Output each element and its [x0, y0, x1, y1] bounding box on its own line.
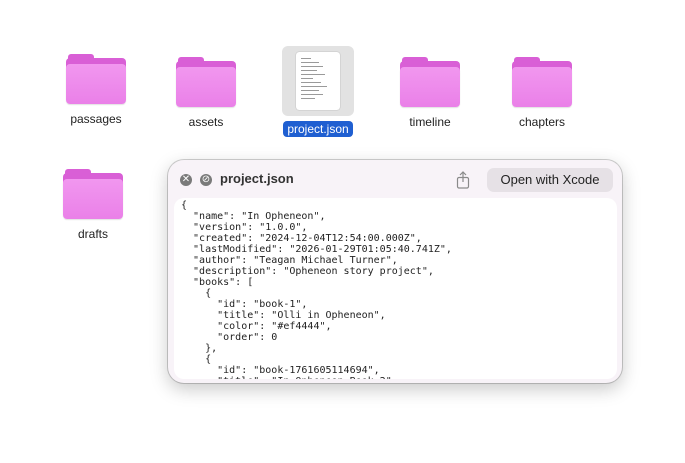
folder-timeline[interactable]: timeline: [380, 57, 480, 129]
code-line: "books": [: [181, 277, 254, 288]
quicklook-header: ✕ ⊘ project.json Open with Xcode: [168, 160, 622, 198]
code-line: "lastModified": "2026-01-29T01:05:40.741…: [181, 244, 452, 255]
folder-drafts[interactable]: drafts: [43, 169, 143, 241]
code-line: "order": 0: [181, 332, 278, 343]
folder-label: passages: [70, 112, 122, 126]
code-line: {: [181, 354, 212, 365]
folder-icon: [66, 54, 126, 104]
slash-icon[interactable]: ⊘: [200, 174, 212, 186]
code-line: "created": "2024-12-04T12:54:00.000Z",: [181, 233, 422, 244]
file-project-json[interactable]: project.json: [282, 46, 354, 138]
folder-label: assets: [188, 115, 224, 129]
folder-chapters[interactable]: chapters: [492, 57, 592, 129]
code-line: "id": "book-1",: [181, 299, 308, 310]
open-with-xcode-button[interactable]: Open with Xcode: [487, 168, 613, 192]
share-icon[interactable]: [455, 171, 471, 189]
close-icon[interactable]: ✕: [180, 174, 192, 186]
code-line: "description": "Opheneon story project",: [181, 266, 434, 277]
code-line: "id": "book-1761605114694",: [181, 365, 380, 376]
file-thumbnail-background: [282, 46, 354, 116]
document-thumbnail-icon: [296, 52, 340, 110]
quicklook-panel: ✕ ⊘ project.json Open with Xcode { "name…: [168, 160, 622, 383]
folder-label: drafts: [77, 227, 108, 241]
folder-assets[interactable]: assets: [156, 57, 256, 129]
folder-icon: [176, 57, 236, 107]
folder-label: timeline: [409, 115, 451, 129]
code-line: "name": "In Opheneon",: [181, 211, 326, 222]
code-line: "title": "Olli in Opheneon",: [181, 310, 386, 321]
code-line: },: [181, 343, 218, 354]
quicklook-title: project.json: [220, 171, 294, 186]
folder-icon: [400, 57, 460, 107]
code-line: {: [181, 200, 188, 211]
code-line: "version": "1.0.0",: [181, 222, 308, 233]
folder-icon: [512, 57, 572, 107]
folder-passages[interactable]: passages: [46, 54, 146, 126]
code-line: {: [181, 288, 212, 299]
folder-icon: [63, 169, 123, 219]
folder-label: chapters: [518, 115, 566, 129]
json-code-preview: { "name": "In Opheneon", "version": "1.0…: [174, 198, 617, 379]
selected-file-label: project.json: [283, 121, 353, 137]
code-line: "title": "In Opheneon Book 2",: [181, 376, 398, 379]
file-preview-content[interactable]: { "name": "In Opheneon", "version": "1.0…: [174, 198, 617, 379]
code-line: "color": "#ef4444",: [181, 321, 332, 332]
code-line: "author": "Teagan Michael Turner",: [181, 255, 398, 266]
